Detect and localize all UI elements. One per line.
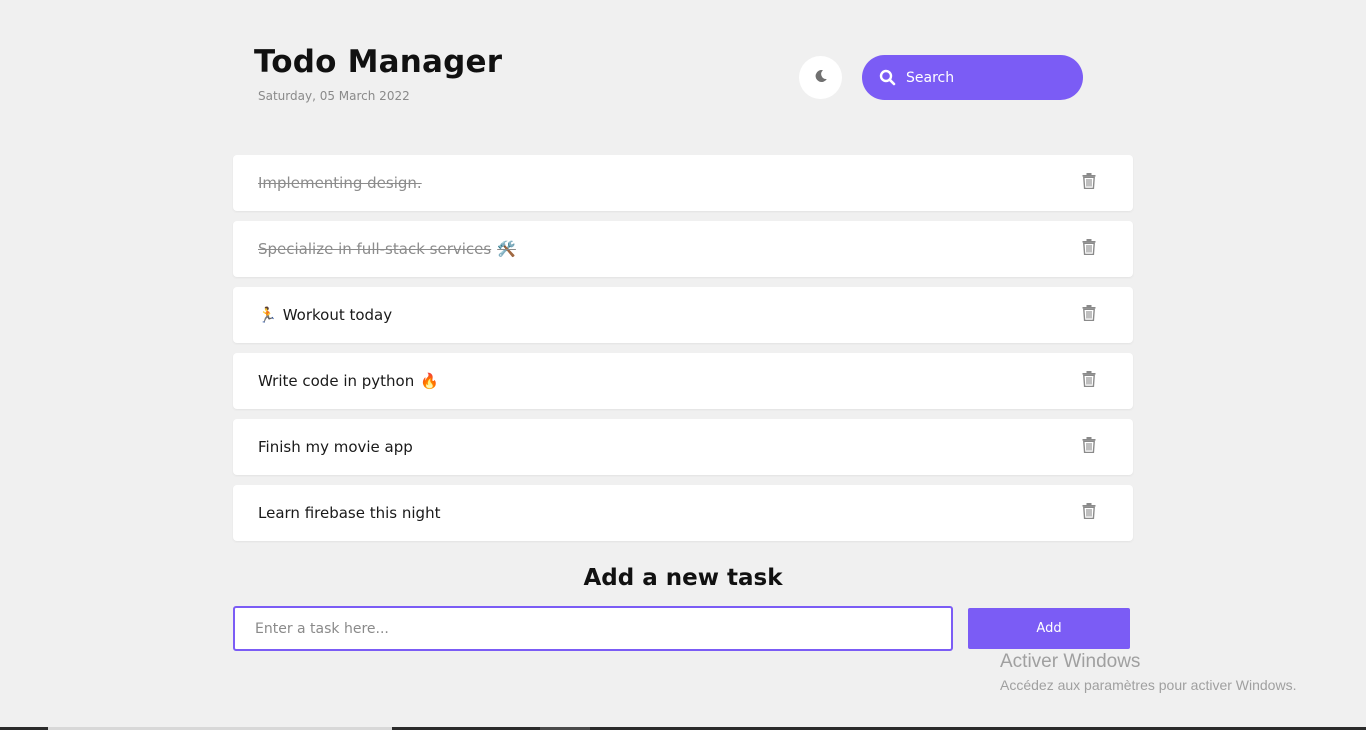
trash-icon [1082,503,1096,523]
task-label[interactable]: Implementing design. [258,174,422,192]
task-label[interactable]: Write code in python 🔥 [258,372,439,390]
delete-task-button[interactable] [1081,437,1097,457]
task-text: Implementing design. [258,174,422,192]
task-text: Learn firebase this night [258,504,441,522]
task-label[interactable]: Learn firebase this night [258,504,440,522]
search-box[interactable] [862,55,1083,100]
task-label[interactable]: Specialize in full-stack services 🛠️ [258,240,516,258]
task-text: Write code in python [258,372,415,390]
delete-task-button[interactable] [1081,305,1097,325]
theme-toggle-button[interactable] [799,56,842,99]
task-item[interactable]: Write code in python 🔥 [233,353,1133,409]
delete-task-button[interactable] [1081,173,1097,193]
activation-watermark-subtitle: Accédez aux paramètres pour activer Wind… [1000,677,1297,693]
moon-icon [814,68,828,87]
task-list: Implementing design. Specialize in full-… [233,155,1133,551]
trash-icon [1082,173,1096,193]
delete-task-button[interactable] [1081,371,1097,391]
search-icon [878,69,896,87]
trash-icon [1082,239,1096,259]
activation-watermark-title: Activer Windows [1000,651,1141,672]
task-item[interactable]: Specialize in full-stack services 🛠️ [233,221,1133,277]
task-text: Specialize in full-stack services [258,240,492,258]
task-label[interactable]: Finish my movie app [258,438,413,456]
app-title: Todo Manager [254,44,503,80]
new-task-input[interactable] [233,606,953,651]
task-emoji-before: 🏃 [258,305,277,324]
task-item[interactable]: Implementing design. [233,155,1133,211]
task-emoji-after: 🔥 [420,371,439,390]
search-input[interactable] [904,68,1078,87]
trash-icon [1082,305,1096,325]
task-text: Workout today [282,306,393,324]
delete-task-button[interactable] [1081,503,1097,523]
delete-task-button[interactable] [1081,239,1097,259]
trash-icon [1082,371,1096,391]
task-label[interactable]: 🏃 Workout today [258,306,392,324]
task-emoji-after: 🛠️ [497,239,516,258]
task-item[interactable]: Finish my movie app [233,419,1133,475]
current-date: Saturday, 05 March 2022 [258,89,410,103]
task-text: Finish my movie app [258,438,413,456]
task-item[interactable]: Learn firebase this night [233,485,1133,541]
add-task-button[interactable]: Add [968,608,1130,649]
task-item[interactable]: 🏃 Workout today [233,287,1133,343]
trash-icon [1082,437,1096,457]
add-task-heading: Add a new task [583,565,783,591]
